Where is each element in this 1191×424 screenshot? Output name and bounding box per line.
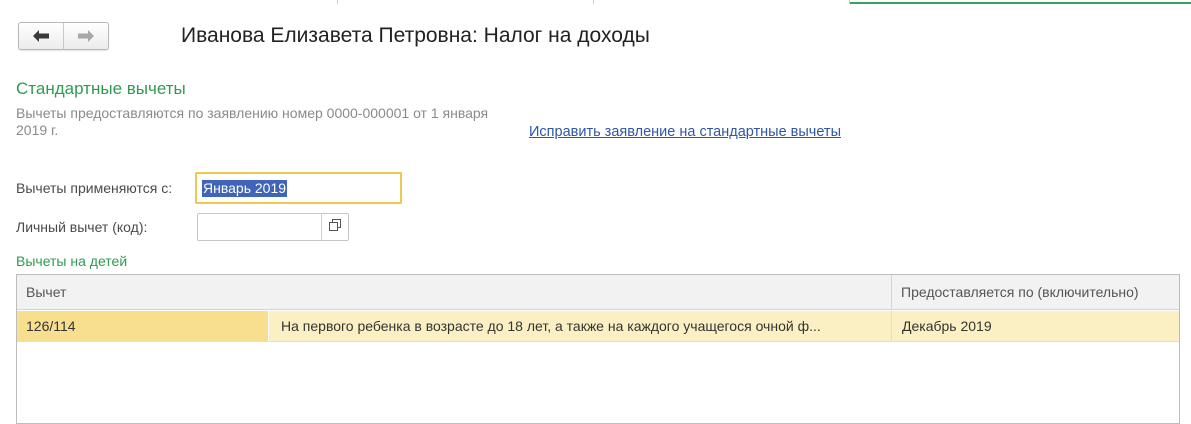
applied-from-label: Вычеты применяются с: [16, 180, 173, 196]
active-tab-indicator [850, 2, 1191, 4]
forward-button[interactable] [63, 23, 108, 49]
tab-divider [337, 0, 338, 4]
applied-from-value: Январь 2019 [202, 180, 288, 197]
personal-code-field[interactable] [197, 213, 349, 241]
children-deductions-title: Вычеты на детей [16, 253, 128, 269]
navigation-buttons [18, 22, 109, 50]
tab-divider [593, 0, 594, 4]
back-button[interactable] [19, 23, 63, 49]
personal-code-label: Личный вычет (код): [16, 219, 148, 235]
fix-application-link[interactable]: Исправить заявление на стандартные вычет… [529, 124, 841, 140]
column-header-provided-until[interactable]: Предоставляется по (включительно) [891, 275, 1179, 309]
column-header-deduction[interactable]: Вычет [17, 275, 891, 309]
standard-deductions-title: Стандартные вычеты [16, 79, 186, 98]
table-row[interactable]: 126/114 На первого ребенка в возрасте до… [17, 311, 1179, 342]
tab-strip [0, 0, 1191, 4]
page-title: Иванова Елизавета Петровна: Налог на дох… [181, 24, 650, 47]
deduction-code-cell[interactable]: 126/114 [17, 311, 268, 341]
open-form-icon [329, 218, 341, 236]
deduction-description-cell[interactable]: На первого ребенка в возрасте до 18 лет,… [268, 311, 891, 341]
open-button[interactable] [321, 214, 348, 240]
table-header: Вычет Предоставляется по (включительно) [17, 275, 1179, 310]
arrow-left-icon [32, 29, 50, 43]
children-deductions-table: Вычет Предоставляется по (включительно) … [16, 274, 1180, 424]
arrow-right-icon [77, 29, 95, 43]
provided-until-cell[interactable]: Декабрь 2019 [891, 311, 1179, 341]
application-info: Вычеты предоставляются по заявлению номе… [16, 105, 489, 138]
applied-from-field[interactable]: Январь 2019 [195, 172, 402, 204]
